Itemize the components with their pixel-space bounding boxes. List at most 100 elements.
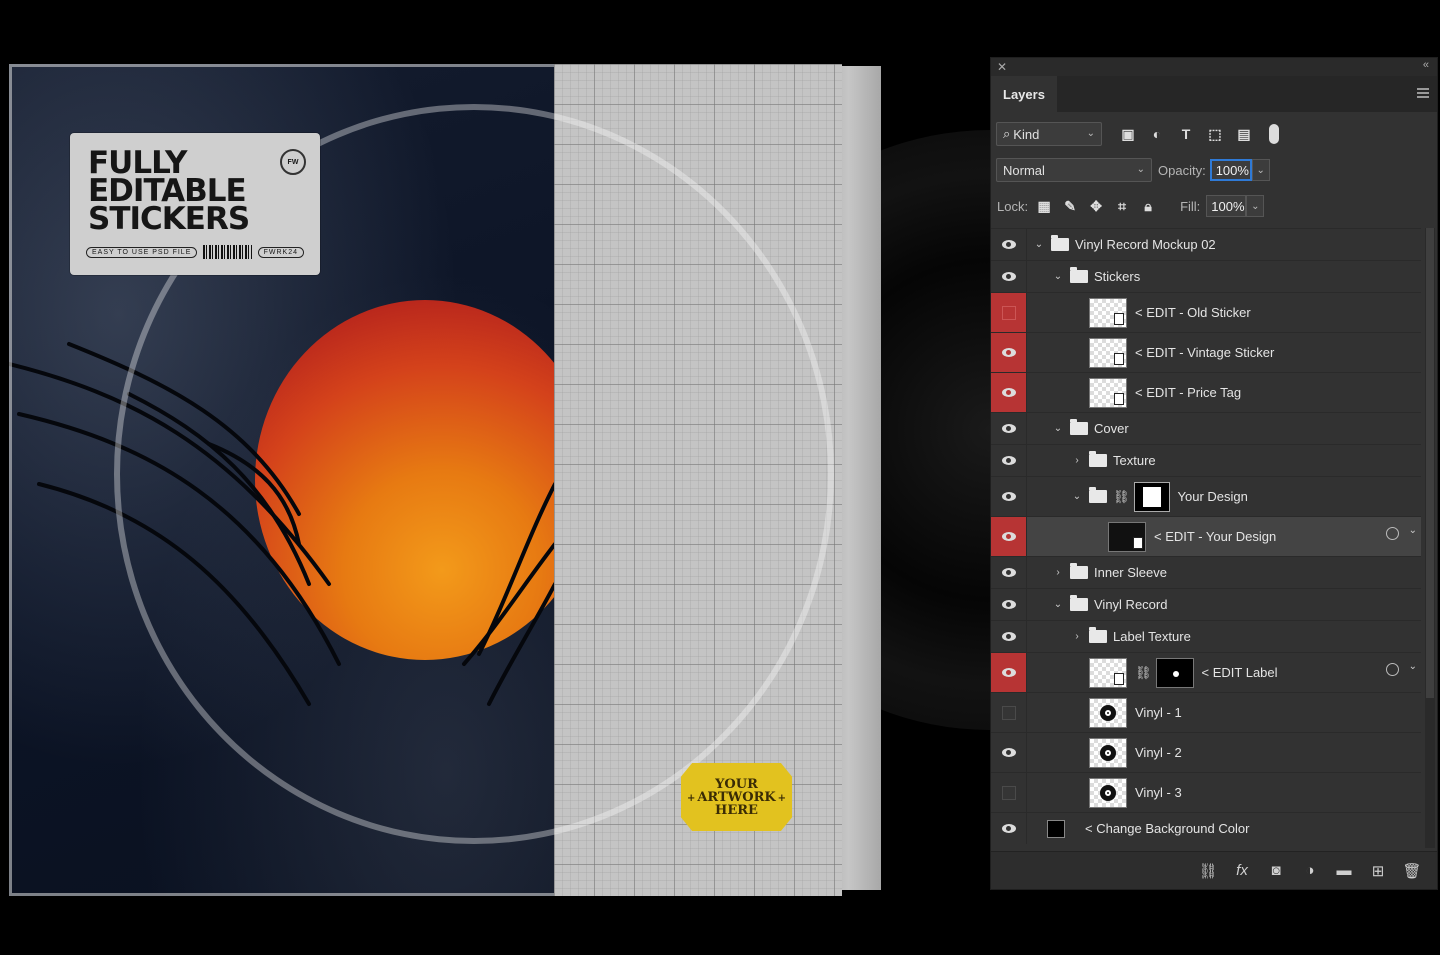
chevron-right-icon[interactable]: › <box>1071 631 1083 642</box>
new-layer-icon[interactable]: ⊞ <box>1369 862 1387 880</box>
trash-icon[interactable]: 🗑︎ <box>1402 862 1421 880</box>
visibility-toggle[interactable] <box>991 733 1027 772</box>
smart-object-thumbnail[interactable] <box>1089 377 1127 408</box>
smart-object-thumbnail[interactable] <box>1089 297 1127 328</box>
visibility-toggle[interactable] <box>991 557 1027 588</box>
smart-object-thumbnail[interactable] <box>1089 337 1127 368</box>
layer-name[interactable]: < EDIT - Old Sticker <box>1135 305 1251 320</box>
tab-layers[interactable]: Layers <box>991 76 1057 112</box>
layer-name[interactable]: Vinyl - 2 <box>1135 745 1182 760</box>
visibility-toggle[interactable] <box>991 477 1027 516</box>
scrollbar-thumb[interactable] <box>1426 228 1434 698</box>
lock-all-icon[interactable]: 🔒︎ <box>1140 198 1156 214</box>
lock-artboard-icon[interactable]: ⌗ <box>1114 198 1130 214</box>
chevron-right-icon[interactable]: › <box>1071 455 1083 466</box>
layer-row[interactable]: › Texture <box>991 444 1421 476</box>
fill-color-swatch[interactable] <box>1047 819 1065 838</box>
layer-name[interactable]: Inner Sleeve <box>1094 565 1167 580</box>
visibility-toggle[interactable] <box>991 693 1027 732</box>
layer-row[interactable]: < EDIT - Old Sticker <box>991 292 1421 332</box>
layer-name[interactable]: Stickers <box>1094 269 1140 284</box>
smart-object-filter-icon[interactable]: ▤ <box>1236 126 1252 142</box>
layer-name[interactable]: Vinyl - 1 <box>1135 705 1182 720</box>
layer-mask-thumbnail[interactable] <box>1155 657 1194 688</box>
chevron-right-icon[interactable]: › <box>1052 567 1064 578</box>
layer-name[interactable]: < EDIT - Price Tag <box>1135 385 1241 400</box>
layer-name[interactable]: < Change Background Color <box>1085 821 1249 836</box>
adjustment-layer-icon[interactable]: ◑ <box>1301 862 1319 879</box>
shape-layer-filter-icon[interactable]: ⬚ <box>1207 126 1223 142</box>
opacity-dropdown[interactable]: ⌄ <box>1251 159 1270 181</box>
visibility-toggle[interactable] <box>991 293 1027 332</box>
visibility-toggle[interactable] <box>991 589 1027 620</box>
new-group-icon[interactable]: ▬ <box>1335 862 1353 879</box>
smart-filter-icon[interactable] <box>1386 663 1399 676</box>
layer-row[interactable]: ⌄ Cover <box>991 412 1421 444</box>
lock-transparency-icon[interactable]: ▦ <box>1036 198 1052 214</box>
layer-row[interactable]: < EDIT - Your Design ⌄ <box>991 516 1421 556</box>
close-icon[interactable]: ✕ <box>997 60 1007 74</box>
mask-link-icon[interactable]: ⛓ <box>1135 665 1152 681</box>
layer-name[interactable]: < EDIT Label <box>1202 665 1278 680</box>
visibility-toggle[interactable] <box>991 261 1027 292</box>
smart-object-thumbnail[interactable] <box>1108 521 1146 552</box>
layer-row[interactable]: › Inner Sleeve <box>991 556 1421 588</box>
add-mask-icon[interactable]: ◙ <box>1267 862 1285 879</box>
layer-row[interactable]: ⛓ < EDIT Label ⌄ <box>991 652 1421 692</box>
fx-icon[interactable]: fx <box>1233 862 1251 879</box>
visibility-toggle[interactable] <box>991 445 1027 476</box>
adjustment-layer-filter-icon[interactable]: ◐ <box>1149 126 1165 142</box>
layer-name[interactable]: Vinyl Record Mockup 02 <box>1075 237 1216 252</box>
vinyl-thumbnail[interactable] <box>1089 697 1127 728</box>
layer-row[interactable]: ⌄ Stickers <box>991 260 1421 292</box>
panel-menu-icon[interactable] <box>1417 88 1429 98</box>
layer-row[interactable]: › Label Texture <box>991 620 1421 652</box>
layer-row[interactable]: Vinyl - 1 <box>991 692 1421 732</box>
layer-row[interactable]: ⌄ Vinyl Record Mockup 02 <box>991 228 1421 260</box>
type-layer-filter-icon[interactable]: T <box>1178 126 1194 142</box>
layer-mask-thumbnail[interactable] <box>1133 481 1170 512</box>
chevron-down-icon[interactable]: ⌄ <box>1052 423 1064 434</box>
lock-position-icon[interactable]: ✥ <box>1088 198 1104 214</box>
visibility-toggle[interactable] <box>991 773 1027 812</box>
layer-name[interactable]: < EDIT - Your Design <box>1154 529 1276 544</box>
smart-filter-icon[interactable] <box>1386 527 1399 540</box>
visibility-toggle[interactable] <box>991 373 1027 412</box>
visibility-toggle[interactable] <box>991 517 1027 556</box>
chevron-down-icon[interactable]: ⌄ <box>1409 661 1417 672</box>
filter-toggle[interactable] <box>1269 124 1279 144</box>
fill-input[interactable]: 100% <box>1206 195 1247 217</box>
chevron-down-icon[interactable]: ⌄ <box>1071 491 1083 502</box>
collapse-icon[interactable]: « <box>1423 59 1429 71</box>
layer-row[interactable]: ⌄ Vinyl Record <box>991 588 1421 620</box>
visibility-toggle[interactable] <box>991 413 1027 444</box>
layer-row[interactable]: < EDIT - Vintage Sticker <box>991 332 1421 372</box>
lock-brush-icon[interactable]: ✎ <box>1062 198 1078 214</box>
visibility-toggle[interactable] <box>991 229 1027 260</box>
layer-name[interactable]: Vinyl Record <box>1094 597 1167 612</box>
visibility-toggle[interactable] <box>991 653 1027 692</box>
visibility-toggle[interactable] <box>991 621 1027 652</box>
pixel-layer-filter-icon[interactable]: ▣ <box>1120 126 1136 142</box>
visibility-toggle[interactable] <box>991 333 1027 372</box>
layer-row[interactable]: ⌄ ⛓ Your Design <box>991 476 1421 516</box>
smart-object-thumbnail[interactable] <box>1089 657 1127 688</box>
link-layers-icon[interactable]: ⛓ <box>1198 862 1217 880</box>
fill-dropdown[interactable]: ⌄ <box>1246 195 1265 217</box>
chevron-down-icon[interactable]: ⌄ <box>1052 599 1064 610</box>
visibility-toggle[interactable] <box>991 813 1027 844</box>
layer-row[interactable]: < Change Background Color <box>991 812 1421 844</box>
layer-name[interactable]: Your Design <box>1178 489 1248 504</box>
mask-link-icon[interactable]: ⛓ <box>1113 489 1130 505</box>
blend-mode-select[interactable]: Normal ⌄ <box>996 158 1152 182</box>
chevron-down-icon[interactable]: ⌄ <box>1409 525 1417 536</box>
layer-row[interactable]: Vinyl - 2 <box>991 732 1421 772</box>
layer-row[interactable]: < EDIT - Price Tag <box>991 372 1421 412</box>
vinyl-thumbnail[interactable] <box>1089 777 1127 808</box>
layer-scrollbar[interactable] <box>1425 228 1435 848</box>
kind-filter-select[interactable]: ⌕ Kind ⌄ <box>996 122 1102 146</box>
chevron-down-icon[interactable]: ⌄ <box>1052 271 1064 282</box>
layer-name[interactable]: Label Texture <box>1113 629 1191 644</box>
layer-name[interactable]: Cover <box>1094 421 1129 436</box>
layer-row[interactable]: Vinyl - 3 <box>991 772 1421 812</box>
